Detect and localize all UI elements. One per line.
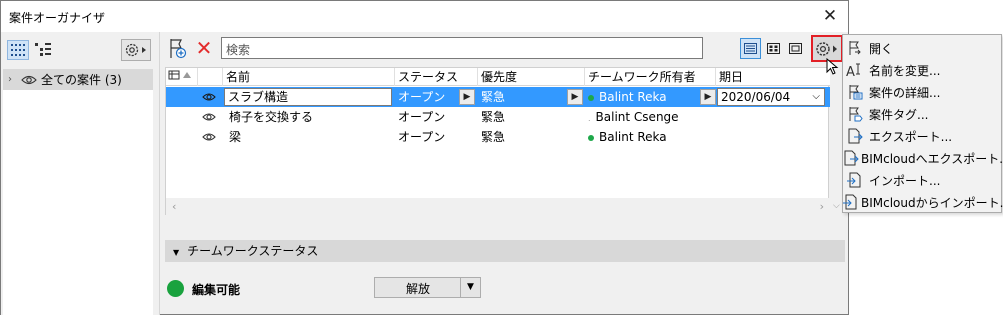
table-row[interactable]: スラブ構造 オープン ▶ 緊急 ▶ Balint Reka ▶ 2020/06/… bbox=[166, 87, 830, 107]
main-toolbar: ✕ 検索 bbox=[165, 31, 845, 67]
row-owner: Balint Reka bbox=[585, 87, 700, 107]
left-panel: › 全ての案件 (3) bbox=[1, 32, 160, 315]
svg-text:A: A bbox=[846, 65, 855, 78]
menu-item-import-bimcloud[interactable]: BIMcloudからインポート... bbox=[843, 191, 1003, 213]
status-indicator-icon bbox=[167, 280, 184, 297]
options-menu: 開く A 名前を変更... 案件の詳細... 案件タグ... エクスポート...… bbox=[842, 34, 1003, 213]
status-label: 編集可能 bbox=[192, 283, 241, 297]
header-priority[interactable]: 優先度 bbox=[478, 68, 585, 86]
status-dropdown-icon[interactable]: ▶ bbox=[459, 89, 475, 105]
name-edit-field[interactable]: スラブ構造 bbox=[224, 88, 392, 106]
row-priority: 緊急 bbox=[481, 90, 506, 104]
issue-organizer-window: 案件オーガナイザ ✕ › 全ての案件 (3) ✕ 検索 名前 ステータス 優先度… bbox=[0, 0, 849, 315]
column-settings-icon[interactable] bbox=[166, 68, 198, 86]
header-visibility bbox=[198, 68, 223, 86]
rename-icon: A bbox=[843, 59, 867, 81]
row-name: 梁 bbox=[229, 130, 242, 144]
export-icon bbox=[843, 125, 867, 147]
eye-icon[interactable] bbox=[202, 111, 216, 123]
tree-item-label: 全ての案件 (3) bbox=[41, 73, 122, 87]
tree-view-icon[interactable] bbox=[32, 40, 54, 60]
table-row[interactable]: 椅子を交換する オープン 緊急 . Balint Csenge bbox=[166, 107, 830, 127]
search-input[interactable]: 検索 bbox=[221, 37, 703, 59]
due-date-field[interactable]: 2020/06/04 ⌵ bbox=[717, 88, 825, 106]
tag-icon bbox=[843, 103, 867, 125]
issue-tree: › 全ての案件 (3) bbox=[3, 69, 153, 315]
release-dropdown-icon[interactable]: ▼ bbox=[460, 278, 480, 297]
menu-item-export-bimcloud[interactable]: BIMcloudへエクスポート... bbox=[843, 147, 1003, 169]
open-icon bbox=[843, 37, 867, 59]
grid-view-icon[interactable] bbox=[7, 40, 29, 60]
scroll-left-icon[interactable]: ‹ bbox=[172, 200, 176, 213]
mouse-cursor-icon bbox=[826, 58, 839, 75]
header-status[interactable]: ステータス bbox=[395, 68, 478, 86]
scroll-right-icon[interactable]: › bbox=[820, 200, 824, 213]
table-row[interactable]: 梁 オープン 緊急 Balint Reka bbox=[166, 127, 830, 147]
chevron-right-icon[interactable]: › bbox=[3, 74, 17, 85]
menu-item-details[interactable]: 案件の詳細... bbox=[843, 81, 1001, 103]
owner-dropdown-icon[interactable]: ▶ bbox=[700, 89, 716, 105]
row-priority: 緊急 bbox=[481, 130, 506, 144]
row-status: オープン bbox=[398, 90, 446, 104]
chevron-down-icon[interactable]: ⌵ bbox=[812, 89, 820, 105]
tree-item-all-issues[interactable]: › 全ての案件 (3) bbox=[3, 69, 153, 90]
left-gear-icon[interactable] bbox=[121, 39, 151, 61]
row-owner: . Balint Csenge bbox=[588, 110, 679, 124]
table-header: 名前 ステータス 優先度 チームワーク所有者 期日 bbox=[166, 68, 830, 86]
delete-icon[interactable]: ✕ bbox=[193, 36, 215, 60]
menu-item-rename[interactable]: A 名前を変更... bbox=[843, 59, 1001, 81]
eye-icon[interactable] bbox=[202, 91, 216, 103]
title-bar: 案件オーガナイザ ✕ bbox=[1, 1, 848, 32]
header-owner[interactable]: チームワーク所有者 bbox=[585, 68, 716, 86]
new-issue-icon[interactable] bbox=[167, 38, 189, 60]
export-cloud-icon bbox=[843, 147, 859, 169]
row-owner: Balint Reka bbox=[585, 127, 716, 147]
menu-item-export[interactable]: エクスポート... bbox=[843, 125, 1001, 147]
priority-dropdown-icon[interactable]: ▶ bbox=[567, 89, 583, 105]
horizontal-scrollbar[interactable]: ‹ › bbox=[166, 198, 830, 215]
preview-view-icon[interactable] bbox=[785, 38, 806, 59]
eye-icon[interactable] bbox=[202, 131, 216, 143]
row-status: オープン bbox=[398, 130, 446, 144]
menu-item-import[interactable]: インポート... bbox=[843, 169, 1001, 191]
window-title: 案件オーガナイザ bbox=[9, 11, 106, 25]
row-name: 椅子を交換する bbox=[229, 110, 314, 124]
row-status: オープン bbox=[398, 110, 446, 124]
close-icon[interactable]: ✕ bbox=[818, 5, 842, 27]
list-view-icon[interactable] bbox=[740, 38, 761, 59]
header-due[interactable]: 期日 bbox=[716, 68, 830, 86]
owner-online-dot bbox=[588, 94, 594, 101]
collapse-triangle-icon[interactable]: ▼ bbox=[173, 248, 179, 257]
import-cloud-icon bbox=[843, 191, 859, 213]
scroll-down-icon[interactable]: ⌵ bbox=[833, 201, 840, 211]
row-priority: 緊急 bbox=[481, 110, 506, 124]
details-icon bbox=[843, 81, 867, 103]
teamwork-status-header[interactable]: ▼ チームワークステータス bbox=[165, 240, 845, 262]
left-toolbar bbox=[1, 32, 159, 68]
owner-online-dot bbox=[588, 134, 594, 141]
menu-item-open[interactable]: 開く bbox=[843, 37, 1001, 59]
menu-item-tags[interactable]: 案件タグ... bbox=[843, 103, 1001, 125]
header-name[interactable]: 名前 bbox=[223, 68, 395, 86]
tile-view-icon[interactable] bbox=[763, 38, 784, 59]
release-button[interactable]: 解放 ▼ bbox=[374, 277, 481, 298]
import-icon bbox=[843, 169, 867, 191]
eye-icon[interactable] bbox=[21, 74, 37, 86]
issues-table: 名前 ステータス 優先度 チームワーク所有者 期日 スラブ構造 オープン ▶ 緊… bbox=[165, 67, 830, 215]
